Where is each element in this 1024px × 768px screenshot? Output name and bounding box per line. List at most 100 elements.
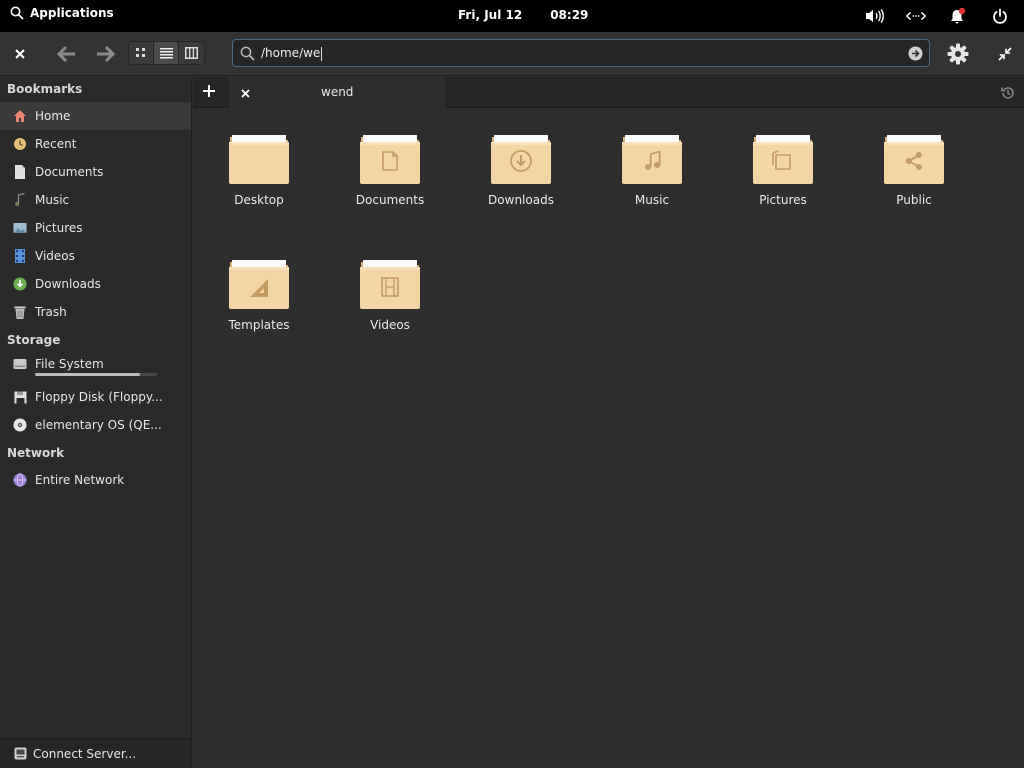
tab-wend[interactable]: wend: [229, 77, 445, 108]
closed-tabs-history-button[interactable]: [1000, 85, 1016, 101]
network-icon[interactable]: [906, 6, 926, 26]
list-view-button[interactable]: [154, 42, 179, 64]
history-icon: [1001, 87, 1014, 99]
top-panel: Applications Fri, Jul 12 08:29: [0, 0, 1024, 32]
sidebar-item-entire-network[interactable]: Entire Network: [0, 466, 191, 494]
recent-icon: [13, 137, 27, 151]
folder-icon: [229, 135, 289, 184]
sidebar-item-home[interactable]: Home: [0, 102, 191, 130]
back-button[interactable]: [54, 43, 80, 65]
sidebar-item-videos[interactable]: Videos: [0, 242, 191, 270]
arrow-right-icon: [97, 46, 115, 62]
location-input[interactable]: /home/we: [261, 46, 323, 61]
folder-videos-icon: [360, 260, 420, 309]
floppy-icon: [13, 390, 27, 404]
sidebar-item-optical-disc[interactable]: elementary OS (QE...: [0, 411, 191, 439]
grid-view-icon: [136, 48, 145, 57]
sidebar-item-floppy[interactable]: Floppy Disk (Floppy...: [0, 383, 191, 411]
sidebar-item-label: Entire Network: [35, 473, 125, 487]
sidebar-item-pictures[interactable]: Pictures: [0, 214, 191, 242]
arrow-left-icon: [57, 46, 75, 62]
text-caret: [321, 46, 323, 61]
downloads-icon: [13, 277, 27, 291]
folder-documents[interactable]: Documents: [335, 133, 445, 233]
music-icon: [13, 193, 27, 207]
sidebar-item-documents[interactable]: Documents: [0, 158, 191, 186]
tab-label: wend: [321, 85, 354, 99]
sidebar-item-label: elementary OS (QE...: [35, 418, 162, 432]
sidebar-item-music[interactable]: Music: [0, 186, 191, 214]
notification-bell-icon[interactable]: [948, 6, 968, 26]
gear-icon: [947, 43, 969, 65]
file-label: Templates: [228, 318, 290, 332]
file-label: Downloads: [488, 193, 554, 207]
settings-menu-button[interactable]: [945, 41, 971, 67]
tab-bar: wend: [193, 77, 1024, 108]
unmaximize-button[interactable]: [996, 45, 1014, 63]
server-icon: [13, 747, 27, 761]
folder-downloads-icon: [491, 135, 551, 184]
folder-videos[interactable]: Videos: [335, 258, 445, 358]
sidebar-item-label: Floppy Disk (Floppy...: [35, 390, 163, 404]
drive-icon: [13, 357, 27, 371]
date-label: Fri, Jul 12: [458, 8, 523, 22]
sidebar-item-recent[interactable]: Recent: [0, 130, 191, 158]
search-icon: [240, 46, 255, 61]
pictures-icon: [13, 221, 27, 235]
restore-arrows-icon: [998, 47, 1012, 61]
connect-server-label: Connect Server...: [33, 746, 137, 761]
folder-downloads[interactable]: Downloads: [466, 133, 576, 233]
close-window-button[interactable]: [10, 44, 30, 64]
sidebar-item-label: Downloads: [35, 277, 101, 291]
forward-button[interactable]: [92, 43, 118, 65]
column-view-button[interactable]: [179, 42, 204, 64]
network-heading: Network: [7, 446, 65, 460]
folder-music[interactable]: Music: [597, 133, 707, 233]
folder-documents-icon: [360, 135, 420, 184]
grid-view-button[interactable]: [129, 42, 154, 64]
new-tab-button[interactable]: [203, 85, 217, 99]
folder-music-icon: [622, 135, 682, 184]
plus-icon: [203, 85, 215, 97]
view-mode-switcher: [128, 41, 205, 65]
home-icon: [13, 109, 27, 123]
sidebar-item-label: Videos: [35, 249, 75, 263]
sidebar-item-label: Trash: [35, 305, 67, 319]
headerbar: /home/we: [0, 32, 1024, 76]
sidebar-item-trash[interactable]: Trash: [0, 298, 191, 326]
file-label: Public: [896, 193, 932, 207]
close-icon: [15, 49, 25, 59]
sidebar-item-downloads[interactable]: Downloads: [0, 270, 191, 298]
storage-heading: Storage: [7, 333, 61, 347]
folder-desktop[interactable]: Desktop: [204, 133, 314, 233]
sidebar-item-label: Documents: [35, 165, 104, 179]
sidebar-item-label: Pictures: [35, 221, 83, 235]
location-bar[interactable]: /home/we: [232, 39, 930, 67]
network-globe-icon: [13, 473, 27, 487]
file-label: Music: [634, 193, 670, 207]
sidebar-item-label: Home: [35, 109, 71, 123]
folder-templates-icon: [229, 260, 289, 309]
file-label: Documents: [355, 193, 425, 207]
file-manager-window: /home/we Bookmarks Home Recent Documents: [0, 32, 1024, 768]
folder-public-icon: [884, 135, 944, 184]
applications-label: Applications: [30, 6, 114, 20]
go-button[interactable]: [908, 46, 923, 61]
applications-menu[interactable]: Applications: [10, 6, 114, 20]
sidebar-item-label: Recent: [35, 137, 77, 151]
trash-icon: [13, 305, 27, 319]
power-icon[interactable]: [990, 6, 1010, 26]
list-view-icon: [159, 47, 173, 58]
folder-templates[interactable]: Templates: [204, 258, 314, 358]
file-view[interactable]: Desktop Documents Downloads Music Pictur…: [193, 109, 1024, 768]
document-icon: [13, 165, 27, 179]
file-label: Desktop: [234, 193, 284, 207]
datetime-indicator[interactable]: Fri, Jul 12 08:29: [458, 8, 588, 22]
close-tab-button[interactable]: [241, 87, 251, 98]
system-tray: [864, 6, 1010, 26]
bookmarks-heading: Bookmarks: [7, 82, 83, 96]
connect-server-button[interactable]: Connect Server...: [0, 738, 191, 768]
folder-public[interactable]: Public: [859, 133, 969, 233]
folder-pictures[interactable]: Pictures: [728, 133, 838, 233]
volume-icon[interactable]: [864, 6, 884, 26]
